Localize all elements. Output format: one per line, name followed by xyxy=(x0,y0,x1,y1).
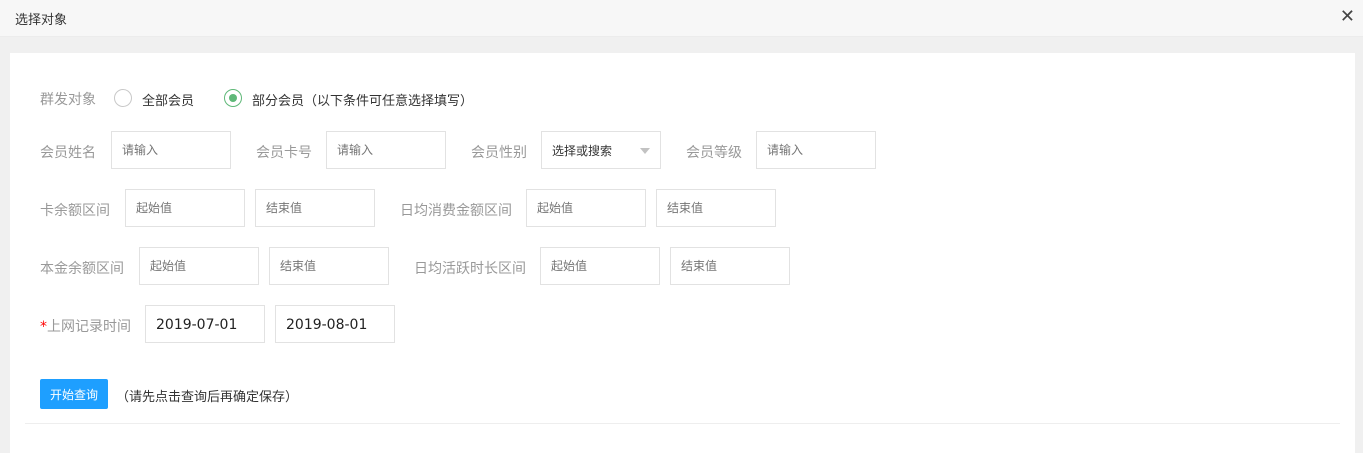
principal-start-input[interactable] xyxy=(139,247,259,285)
chevron-down-icon xyxy=(640,148,650,154)
member-name-label: 会员姓名 xyxy=(40,145,96,161)
divider xyxy=(25,423,1340,424)
card-balance-end-input[interactable] xyxy=(255,189,375,227)
radio-all-members[interactable] xyxy=(114,89,132,107)
card-balance-label: 卡余额区间 xyxy=(40,203,110,219)
required-mark: * xyxy=(40,319,47,335)
online-time-label-text: 上网记录时间 xyxy=(47,319,131,335)
card-balance-start-input[interactable] xyxy=(125,189,245,227)
target-label: 群发对象 xyxy=(40,92,96,108)
member-gender-value: 选择或搜索 xyxy=(552,144,613,158)
radio-all-members-label[interactable]: 全部会员 xyxy=(142,90,194,109)
start-query-button[interactable]: 开始查询 xyxy=(40,379,108,409)
member-gender-label: 会员性别 xyxy=(471,145,527,161)
close-icon[interactable]: ✕ xyxy=(1340,6,1355,27)
member-card-label: 会员卡号 xyxy=(256,145,312,161)
daily-spend-label: 日均消费金额区间 xyxy=(400,203,512,219)
daily-spend-end-input[interactable] xyxy=(656,189,776,227)
dialog-title: 选择对象 xyxy=(15,13,68,28)
radio-partial-members[interactable] xyxy=(224,89,242,107)
daily-spend-start-input[interactable] xyxy=(526,189,646,227)
member-card-input[interactable] xyxy=(326,131,446,169)
online-time-label: *上网记录时间 xyxy=(40,316,131,336)
principal-balance-label: 本金余额区间 xyxy=(40,261,124,277)
member-name-input[interactable] xyxy=(111,131,231,169)
principal-end-input[interactable] xyxy=(269,247,389,285)
online-time-start-input[interactable]: 2019-07-01 xyxy=(145,305,265,343)
member-level-label: 会员等级 xyxy=(686,145,742,161)
daily-active-start-input[interactable] xyxy=(540,247,660,285)
daily-active-end-input[interactable] xyxy=(670,247,790,285)
member-level-input[interactable] xyxy=(756,131,876,169)
query-hint: （请先点击查询后再确定保存） xyxy=(116,390,299,405)
member-gender-select[interactable]: 选择或搜索 xyxy=(541,131,661,169)
online-time-end-input[interactable]: 2019-08-01 xyxy=(275,305,395,343)
daily-active-label: 日均活跃时长区间 xyxy=(414,261,526,277)
dialog-header: 选择对象 ✕ xyxy=(0,0,1363,37)
radio-partial-members-label[interactable]: 部分会员（以下条件可任意选择填写） xyxy=(252,90,473,109)
